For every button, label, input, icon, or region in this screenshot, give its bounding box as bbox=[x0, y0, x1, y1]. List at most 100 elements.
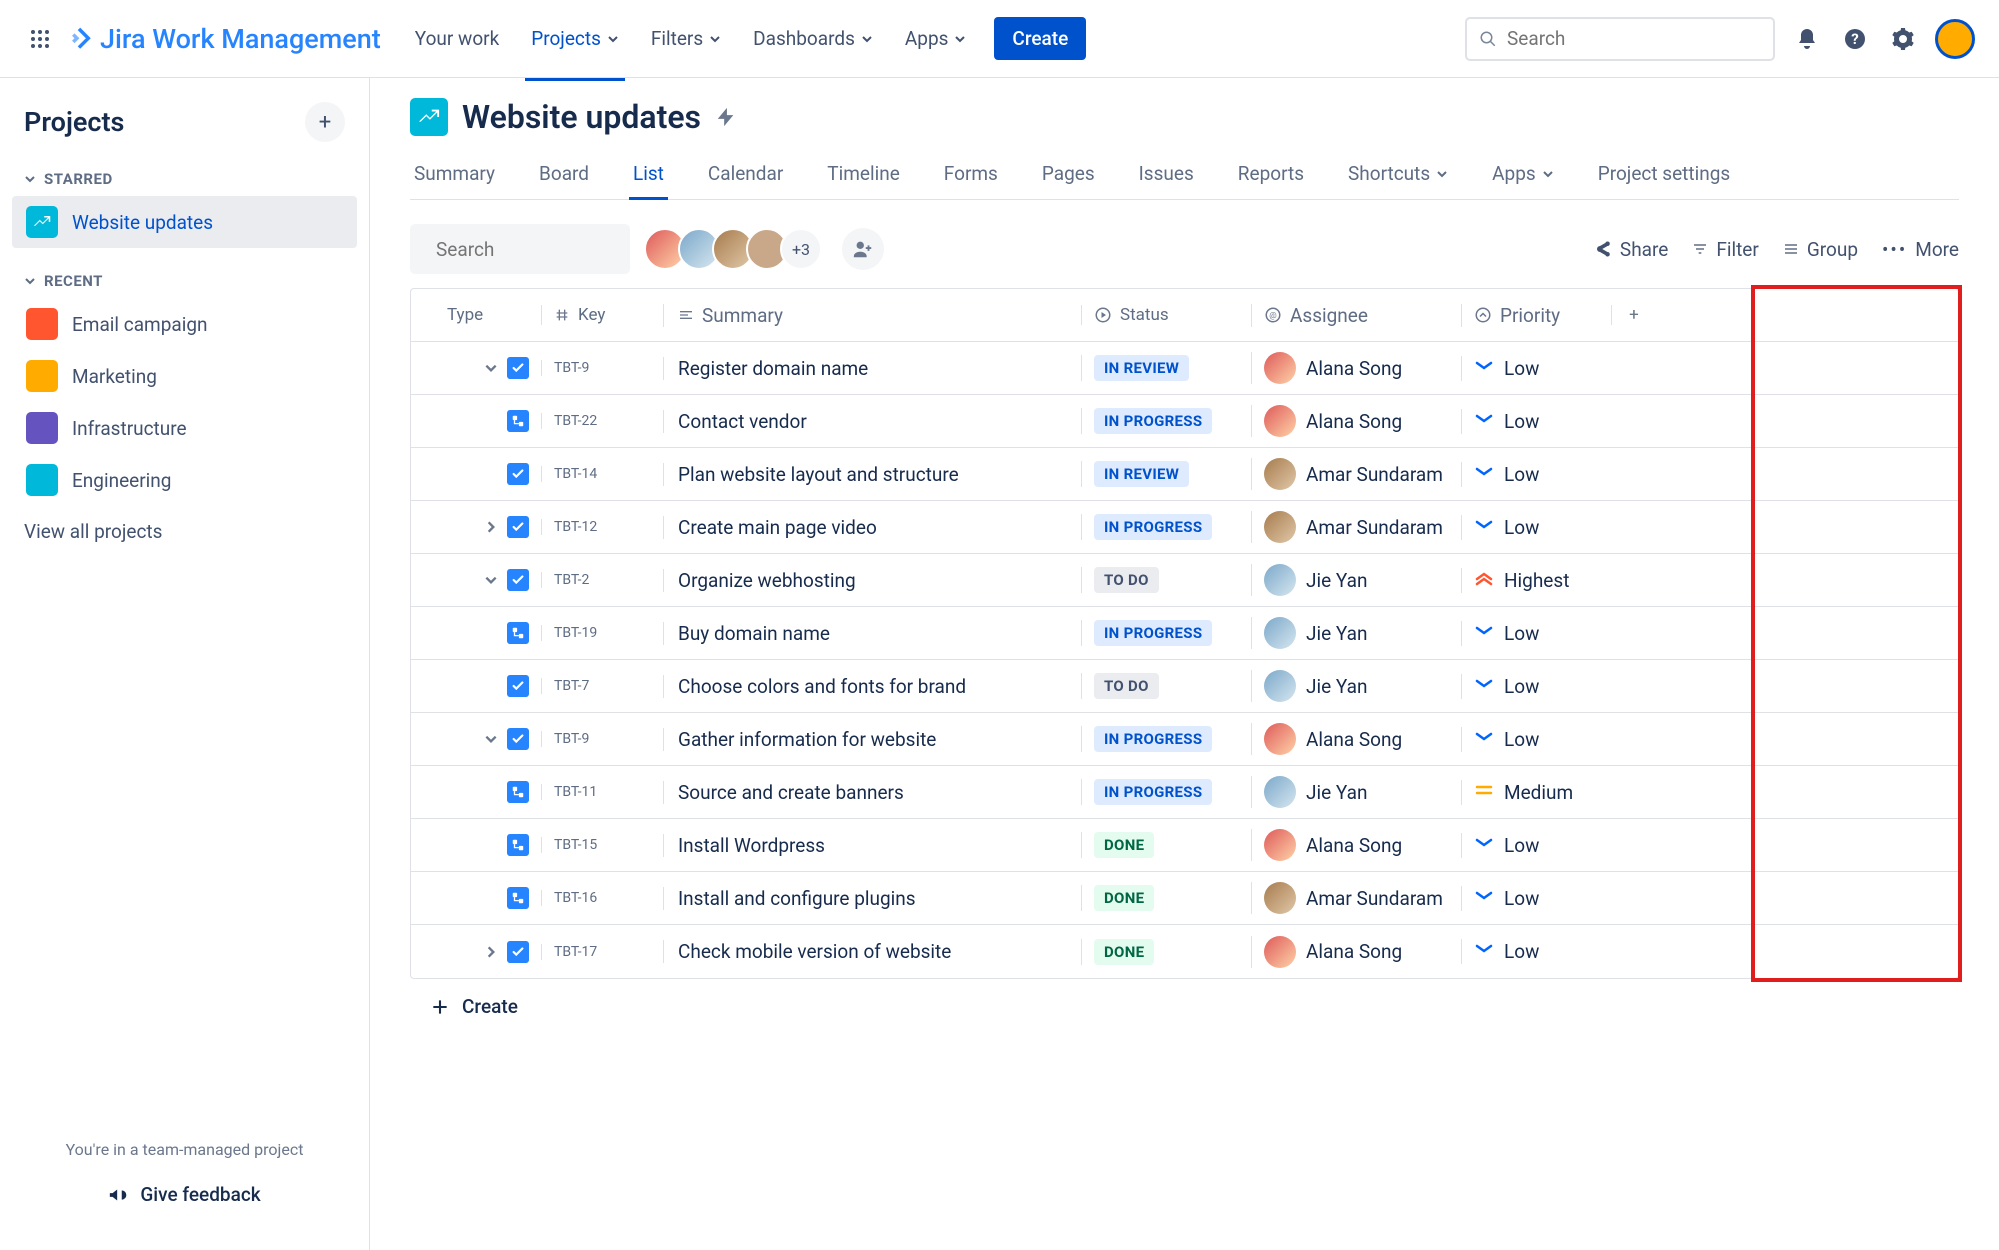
status-badge[interactable]: IN PROGRESS bbox=[1094, 779, 1212, 805]
search-issues[interactable] bbox=[410, 224, 630, 274]
sidebar-item-email-campaign[interactable]: Email campaign bbox=[12, 298, 357, 350]
priority-cell[interactable]: Low bbox=[1461, 727, 1611, 752]
status-badge[interactable]: DONE bbox=[1094, 885, 1154, 911]
recent-section-header[interactable]: RECENT bbox=[0, 264, 369, 298]
status-badge[interactable]: IN PROGRESS bbox=[1094, 620, 1212, 646]
assignee-cell[interactable]: Alana Song bbox=[1251, 405, 1461, 437]
starred-section-header[interactable]: STARRED bbox=[0, 162, 369, 196]
issue-summary[interactable]: Install and configure plugins bbox=[663, 887, 1081, 910]
tab-issues[interactable]: Issues bbox=[1135, 150, 1198, 199]
profile-avatar[interactable] bbox=[1935, 19, 1975, 59]
issue-summary[interactable]: Register domain name bbox=[663, 357, 1081, 380]
issue-summary[interactable]: Source and create banners bbox=[663, 781, 1081, 804]
nav-apps[interactable]: Apps bbox=[891, 19, 981, 58]
group-button[interactable]: Group bbox=[1783, 238, 1858, 261]
issue-key[interactable]: TBT-15 bbox=[541, 837, 663, 853]
priority-cell[interactable]: Medium bbox=[1461, 780, 1611, 805]
issue-summary[interactable]: Create main page video bbox=[663, 516, 1081, 539]
nav-filters[interactable]: Filters bbox=[637, 19, 735, 58]
assignee-cell[interactable]: Jie Yan bbox=[1251, 670, 1461, 702]
table-row[interactable]: TBT-11 Source and create banners IN PROG… bbox=[411, 766, 1958, 819]
status-badge[interactable]: IN PROGRESS bbox=[1094, 726, 1212, 752]
sidebar-item-infrastructure[interactable]: Infrastructure bbox=[12, 402, 357, 454]
chevron-right-icon[interactable] bbox=[483, 945, 499, 959]
tab-board[interactable]: Board bbox=[535, 150, 593, 199]
assignee-cell[interactable]: Jie Yan bbox=[1251, 564, 1461, 596]
assignee-cell[interactable]: Amar Sundaram bbox=[1251, 458, 1461, 490]
automation-icon[interactable] bbox=[715, 106, 737, 128]
nav-dashboards[interactable]: Dashboards bbox=[739, 19, 887, 58]
priority-cell[interactable]: Low bbox=[1461, 886, 1611, 911]
add-column-button[interactable]: + bbox=[1611, 305, 1656, 325]
issue-summary[interactable]: Organize webhosting bbox=[663, 569, 1081, 592]
add-person-button[interactable] bbox=[842, 228, 884, 270]
tab-apps[interactable]: Apps bbox=[1488, 150, 1558, 199]
notifications-icon[interactable] bbox=[1791, 23, 1823, 55]
issue-key[interactable]: TBT-11 bbox=[541, 784, 663, 800]
nav-projects[interactable]: Projects bbox=[517, 19, 633, 58]
global-search-input[interactable] bbox=[1507, 27, 1761, 50]
assignee-cell[interactable]: Alana Song bbox=[1251, 829, 1461, 861]
tab-forms[interactable]: Forms bbox=[940, 150, 1002, 199]
issue-summary[interactable]: Install Wordpress bbox=[663, 834, 1081, 857]
table-row[interactable]: TBT-19 Buy domain name IN PROGRESS Jie Y… bbox=[411, 607, 1958, 660]
priority-cell[interactable]: Low bbox=[1461, 356, 1611, 381]
issue-summary[interactable]: Gather information for website bbox=[663, 728, 1081, 751]
priority-cell[interactable]: Low bbox=[1461, 621, 1611, 646]
table-row[interactable]: TBT-22 Contact vendor IN PROGRESS Alana … bbox=[411, 395, 1958, 448]
avatar-more[interactable]: +3 bbox=[780, 228, 822, 270]
tab-project-settings[interactable]: Project settings bbox=[1594, 150, 1734, 199]
status-badge[interactable]: DONE bbox=[1094, 939, 1154, 965]
assignee-cell[interactable]: Alana Song bbox=[1251, 352, 1461, 384]
give-feedback-button[interactable]: Give feedback bbox=[24, 1183, 345, 1206]
issue-key[interactable]: TBT-17 bbox=[541, 944, 663, 960]
issue-key[interactable]: TBT-14 bbox=[541, 466, 663, 482]
issue-key[interactable]: TBT-7 bbox=[541, 678, 663, 694]
status-badge[interactable]: TO DO bbox=[1094, 567, 1159, 593]
priority-cell[interactable]: Low bbox=[1461, 674, 1611, 699]
settings-icon[interactable] bbox=[1887, 23, 1919, 55]
status-badge[interactable]: IN PROGRESS bbox=[1094, 514, 1212, 540]
assignee-cell[interactable]: Jie Yan bbox=[1251, 617, 1461, 649]
issue-key[interactable]: TBT-2 bbox=[541, 572, 663, 588]
table-row[interactable]: TBT-16 Install and configure plugins DON… bbox=[411, 872, 1958, 925]
issue-summary[interactable]: Choose colors and fonts for brand bbox=[663, 675, 1081, 698]
view-all-projects[interactable]: View all projects bbox=[0, 506, 369, 557]
table-row[interactable]: TBT-7 Choose colors and fonts for brand … bbox=[411, 660, 1958, 713]
priority-cell[interactable]: Low bbox=[1461, 515, 1611, 540]
status-badge[interactable]: IN REVIEW bbox=[1094, 461, 1189, 487]
assignee-cell[interactable]: Amar Sundaram bbox=[1251, 882, 1461, 914]
chevron-down-icon[interactable] bbox=[483, 732, 499, 746]
issue-summary[interactable]: Contact vendor bbox=[663, 410, 1081, 433]
sidebar-item-marketing[interactable]: Marketing bbox=[12, 350, 357, 402]
table-row[interactable]: TBT-17 Check mobile version of website D… bbox=[411, 925, 1958, 978]
product-logo[interactable]: Jira Work Management bbox=[68, 23, 381, 55]
help-icon[interactable]: ? bbox=[1839, 23, 1871, 55]
chevron-down-icon[interactable] bbox=[483, 361, 499, 375]
table-row[interactable]: TBT-9 Gather information for website IN … bbox=[411, 713, 1958, 766]
status-badge[interactable]: IN PROGRESS bbox=[1094, 408, 1212, 434]
priority-cell[interactable]: Low bbox=[1461, 939, 1611, 964]
priority-cell[interactable]: Low bbox=[1461, 409, 1611, 434]
tab-timeline[interactable]: Timeline bbox=[823, 150, 904, 199]
issue-key[interactable]: TBT-19 bbox=[541, 625, 663, 641]
sidebar-item-engineering[interactable]: Engineering bbox=[12, 454, 357, 506]
tab-reports[interactable]: Reports bbox=[1234, 150, 1308, 199]
chevron-down-icon[interactable] bbox=[483, 573, 499, 587]
assignee-cell[interactable]: Alana Song bbox=[1251, 723, 1461, 755]
more-button[interactable]: •••More bbox=[1882, 238, 1959, 261]
status-badge[interactable]: IN REVIEW bbox=[1094, 355, 1189, 381]
priority-cell[interactable]: Low bbox=[1461, 462, 1611, 487]
assignee-cell[interactable]: Amar Sundaram bbox=[1251, 511, 1461, 543]
issue-key[interactable]: TBT-9 bbox=[541, 731, 663, 747]
issue-summary[interactable]: Check mobile version of website bbox=[663, 940, 1081, 963]
priority-cell[interactable]: Low bbox=[1461, 833, 1611, 858]
issue-key[interactable]: TBT-22 bbox=[541, 413, 663, 429]
assignee-cell[interactable]: Jie Yan bbox=[1251, 776, 1461, 808]
tab-summary[interactable]: Summary bbox=[410, 150, 499, 199]
tab-shortcuts[interactable]: Shortcuts bbox=[1344, 150, 1452, 199]
issue-key[interactable]: TBT-16 bbox=[541, 890, 663, 906]
issue-summary[interactable]: Buy domain name bbox=[663, 622, 1081, 645]
table-row[interactable]: TBT-14 Plan website layout and structure… bbox=[411, 448, 1958, 501]
app-switcher-icon[interactable] bbox=[24, 23, 56, 55]
